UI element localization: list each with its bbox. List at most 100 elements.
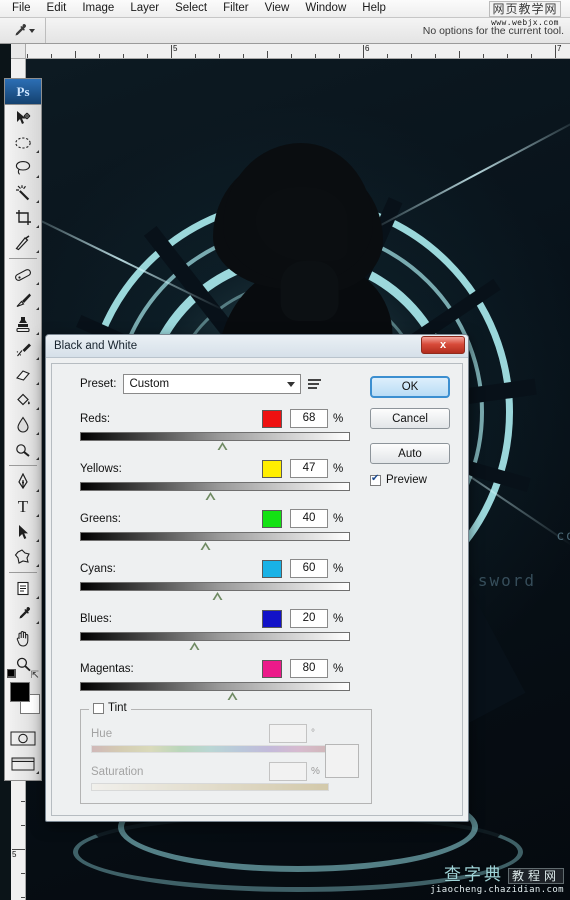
quick-mask-toggle[interactable] — [5, 726, 41, 751]
slider-value[interactable]: 40 — [290, 509, 328, 528]
tool-expand-corner[interactable] — [36, 407, 39, 410]
tool-expand-corner[interactable] — [36, 382, 39, 385]
preview-row[interactable]: Preview — [370, 473, 450, 486]
slider-value[interactable]: 47 — [290, 459, 328, 478]
active-tool-well[interactable] — [0, 18, 46, 43]
slider-track[interactable] — [80, 482, 350, 491]
paint-bucket-tool[interactable] — [5, 387, 41, 412]
menu-item-filter[interactable]: Filter — [215, 0, 257, 17]
brush-tool[interactable] — [5, 287, 41, 312]
clone-stamp-tool[interactable] — [5, 312, 41, 337]
default-colors-icon[interactable] — [7, 669, 16, 678]
slider-thumb[interactable] — [205, 492, 216, 500]
color-swatches[interactable]: ⇱ — [5, 669, 41, 724]
close-button[interactable]: x — [421, 336, 465, 354]
slider-thumb[interactable] — [200, 542, 211, 550]
eraser-tool[interactable] — [5, 362, 41, 387]
slider-thumb[interactable] — [227, 692, 238, 700]
tool-expand-corner[interactable] — [36, 332, 39, 335]
custom-shape-tool[interactable] — [5, 544, 41, 569]
crop-tool[interactable] — [5, 205, 41, 230]
preview-checkbox[interactable] — [370, 473, 381, 486]
tool-expand-corner[interactable] — [36, 489, 39, 492]
slider-thumb[interactable] — [189, 642, 200, 650]
preset-menu-icon[interactable] — [308, 376, 324, 392]
slider-value[interactable]: 20 — [290, 609, 328, 628]
eyedropper-tool[interactable] — [5, 601, 41, 626]
hue-input[interactable] — [269, 724, 307, 743]
elliptical-marquee-tool[interactable] — [5, 130, 41, 155]
dialog-title-bar[interactable]: Black and White x — [46, 335, 468, 358]
tool-expand-corner[interactable] — [36, 432, 39, 435]
slider-track-wrap[interactable] — [80, 582, 350, 600]
pen-tool[interactable] — [5, 469, 41, 494]
type-tool[interactable]: T — [5, 494, 41, 519]
cancel-button[interactable]: Cancel — [370, 408, 450, 429]
tool-expand-corner[interactable] — [36, 621, 39, 624]
slider-track[interactable] — [80, 582, 350, 591]
slider-thumb[interactable] — [212, 592, 223, 600]
lasso-tool[interactable] — [5, 155, 41, 180]
hue-gradient-bar[interactable] — [91, 745, 329, 753]
ok-button[interactable]: OK — [370, 376, 450, 398]
tool-expand-corner[interactable] — [36, 150, 39, 153]
slider-value[interactable]: 60 — [290, 559, 328, 578]
chevron-down-icon[interactable] — [287, 382, 296, 387]
tool-expand-corner[interactable] — [36, 357, 39, 360]
black-and-white-dialog[interactable]: Black and White x Preset: Custom Reds: 6… — [45, 334, 469, 822]
foreground-color-swatch[interactable] — [10, 682, 30, 702]
horizontal-ruler[interactable]: 5 6 7 — [26, 44, 570, 59]
healing-brush-tool[interactable] — [5, 262, 41, 287]
slider-value[interactable]: 80 — [290, 659, 328, 678]
slider-thumb[interactable] — [217, 442, 229, 450]
tool-expand-corner[interactable] — [36, 282, 39, 285]
screen-mode-toggle[interactable] — [5, 751, 41, 776]
slice-tool[interactable] — [5, 230, 41, 255]
menu-item-select[interactable]: Select — [167, 0, 215, 17]
slider-track-wrap[interactable] — [80, 532, 350, 550]
slider-track-wrap[interactable] — [80, 432, 350, 450]
tool-expand-corner[interactable] — [36, 200, 39, 203]
chevron-down-icon[interactable] — [28, 28, 35, 33]
tool-expand-corner[interactable] — [36, 225, 39, 228]
dodge-tool[interactable] — [5, 437, 41, 462]
auto-button[interactable]: Auto — [370, 443, 450, 464]
preset-select[interactable]: Custom — [123, 374, 302, 394]
move-tool[interactable] — [5, 105, 41, 130]
tool-expand-corner[interactable] — [36, 250, 39, 253]
menu-item-window[interactable]: Window — [297, 0, 354, 17]
menu-item-view[interactable]: View — [257, 0, 298, 17]
slider-track[interactable] — [80, 682, 350, 691]
menu-item-image[interactable]: Image — [74, 0, 122, 17]
menu-item-layer[interactable]: Layer — [122, 0, 167, 17]
tool-expand-corner[interactable] — [36, 771, 39, 774]
tint-legend[interactable]: Tint — [89, 702, 131, 714]
menu-item-edit[interactable]: Edit — [39, 0, 75, 17]
slider-track-wrap[interactable] — [80, 632, 350, 650]
magic-wand-tool[interactable] — [5, 180, 41, 205]
slider-track[interactable] — [80, 632, 350, 641]
tool-expand-corner[interactable] — [36, 564, 39, 567]
slider-track-wrap[interactable] — [80, 482, 350, 500]
tool-expand-corner[interactable] — [36, 457, 39, 460]
notes-tool[interactable] — [5, 576, 41, 601]
slider-value[interactable]: 68 — [290, 409, 328, 428]
tint-color-swatch[interactable] — [325, 744, 359, 778]
saturation-gradient-bar[interactable] — [91, 783, 329, 791]
slider-track[interactable] — [80, 432, 350, 441]
tool-expand-corner[interactable] — [36, 514, 39, 517]
history-brush-tool[interactable] — [5, 337, 41, 362]
menu-item-help[interactable]: Help — [354, 0, 394, 17]
saturation-input[interactable] — [269, 762, 307, 781]
blur-tool[interactable] — [5, 412, 41, 437]
path-selection-tool[interactable] — [5, 519, 41, 544]
tint-checkbox[interactable] — [93, 702, 104, 714]
slider-track[interactable] — [80, 532, 350, 541]
slider-track-wrap[interactable] — [80, 682, 350, 700]
tool-expand-corner[interactable] — [36, 175, 39, 178]
swap-colors-icon[interactable]: ⇱ — [31, 670, 39, 681]
tool-expand-corner[interactable] — [36, 307, 39, 310]
hand-tool[interactable] — [5, 626, 41, 651]
tool-expand-corner[interactable] — [36, 539, 39, 542]
tool-expand-corner[interactable] — [36, 596, 39, 599]
